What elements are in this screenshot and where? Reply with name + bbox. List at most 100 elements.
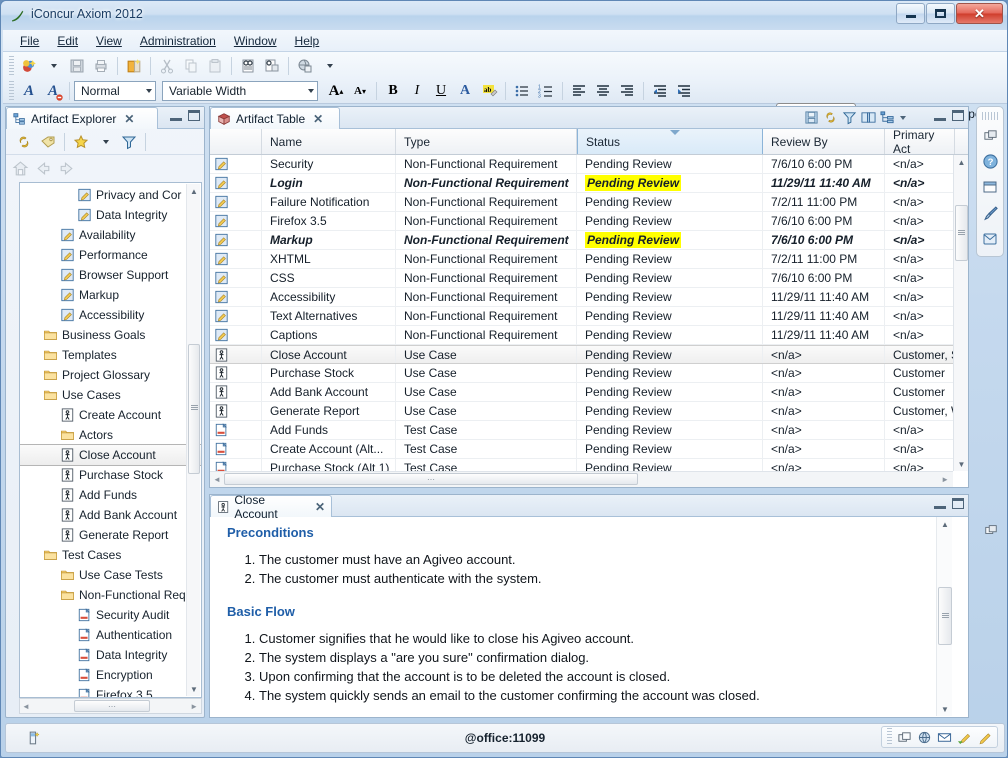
menu-edit[interactable]: Edit [48,32,87,50]
paste-icon[interactable] [203,55,227,78]
table-hscroll-thumb[interactable]: ⋯ [224,473,638,485]
new-artifact-icon[interactable] [17,55,41,78]
tab-close-account[interactable]: Close Account ✕ [210,493,332,521]
tree-item-add-bank-account[interactable]: Add Bank Account [20,505,201,525]
table-row[interactable]: CSS Non-Functional Requirement Pending Rev… [210,269,968,288]
toolbar-grip-2[interactable] [9,81,14,101]
font-style-icon[interactable]: A [17,80,41,103]
favorites-dropdown-icon[interactable] [93,130,117,153]
tab-artifact-explorer[interactable]: Artifact Explorer ✕ [6,107,158,129]
scroll-up-icon[interactable]: ▲ [954,155,969,169]
table-row[interactable]: XHTML Non-Functional Requirement Pending R… [210,250,968,269]
tree-item-encryption[interactable]: Encryption [20,665,201,685]
table-row[interactable]: Captions Non-Functional Requirement Pendin… [210,326,968,345]
column-header-status[interactable]: Status [577,129,763,154]
table-row[interactable]: Failure Notification Non-Functional Requi… [210,193,968,212]
tree-item-data-integrity[interactable]: Data Integrity [20,645,201,665]
scroll-down-icon[interactable]: ▼ [187,682,201,696]
tree-item-browser-support[interactable]: Browser Support [20,265,201,285]
tree-item-authentication[interactable]: Authentication [20,625,201,645]
mail-icon[interactable] [937,730,952,745]
table-row[interactable]: Generate Report Use Case Pending Review <n/… [210,402,968,421]
underline-icon[interactable]: U [429,80,453,103]
maximize-button[interactable] [926,3,955,24]
table-row[interactable]: Close Account Use Case Pending Review <n/a>… [210,345,968,364]
scroll-down-icon[interactable]: ▼ [937,702,953,716]
filter-icon[interactable] [117,130,141,153]
minimize-panel-icon[interactable] [170,118,182,121]
column-header-name[interactable]: Name [262,129,396,154]
toolbar-grip[interactable] [9,56,14,76]
table-row[interactable]: Firefox 3.5 Non-Functional Requirement Pen… [210,212,968,231]
view-menu-icon[interactable] [900,115,906,120]
close-icon[interactable]: ✕ [313,112,323,126]
increase-font-icon[interactable]: A ▴ [324,80,348,103]
tree-scroll-thumb[interactable] [188,344,200,474]
new-artifact-dropdown-icon[interactable] [41,55,65,78]
italic-icon[interactable]: I [405,80,429,103]
tree-item-test-cases[interactable]: Test Cases [20,545,201,565]
back-icon[interactable] [35,160,52,177]
align-center-icon[interactable] [591,80,615,103]
book-icon[interactable] [861,110,876,125]
tree-item-actors[interactable]: Actors [20,425,201,445]
find-replace-icon[interactable] [260,55,284,78]
align-left-icon[interactable] [567,80,591,103]
forward-icon[interactable] [58,160,75,177]
tag-icon[interactable] [36,130,60,153]
tree-item-templates[interactable]: Templates [20,345,201,365]
tree-item-markup[interactable]: Markup [20,285,201,305]
filter-icon[interactable] [842,110,857,125]
tree-item-non-functional-req[interactable]: Non-Functional Req [20,585,201,605]
menu-view[interactable]: View [87,32,131,50]
table-body[interactable]: Security Non-Functional Requirement Pendin… [210,155,968,471]
font-color-icon[interactable]: A [453,80,477,103]
tree-item-performance[interactable]: Performance [20,245,201,265]
table-row[interactable]: Purchase Stock (Alt 1) Test Case Pending R… [210,459,968,471]
help-icon[interactable]: ? [977,148,1003,174]
numbered-list-icon[interactable]: 123 [534,80,558,103]
tree-item-accessibility[interactable]: Accessibility [20,305,201,325]
menu-help[interactable]: Help [286,32,329,50]
mail-icon[interactable] [977,226,1003,252]
table-row[interactable]: Add Funds Test Case Pending Review <n/a> <n/… [210,421,968,440]
table-row[interactable]: Add Bank Account Use Case Pending Review <n… [210,383,968,402]
copy-icon[interactable] [179,55,203,78]
menu-window[interactable]: Window [225,32,286,50]
table-row[interactable]: Markup Non-Functional Requirement Pending … [210,231,968,250]
restore-perspective-icon[interactable] [977,122,1003,148]
scroll-right-icon[interactable]: ► [941,475,949,484]
artifact-tree[interactable]: Privacy and Cor Data Integrity Availabilit… [19,182,202,698]
tree-item-project-glossary[interactable]: Project Glossary [20,365,201,385]
scroll-up-icon[interactable]: ▲ [187,184,201,198]
tree-item-availability[interactable]: Availability [20,225,201,245]
close-icon[interactable]: ✕ [315,500,325,514]
details-vertical-scrollbar[interactable]: ▲ ▼ [936,517,952,716]
chevron-down-icon[interactable] [308,89,314,93]
column-header-icon[interactable] [210,129,262,154]
highlight-icon[interactable]: ab [477,80,501,103]
find-icon[interactable] [236,55,260,78]
scroll-up-icon[interactable]: ▲ [937,517,953,531]
minimize-button[interactable] [896,3,925,24]
column-header-review_by[interactable]: Review By [763,129,885,154]
close-button[interactable]: ✕ [956,3,1003,24]
table-row[interactable]: Purchase Stock Use Case Pending Review <n/a… [210,364,968,383]
tree-item-add-funds[interactable]: Add Funds [20,485,201,505]
tree-item-purchase-stock[interactable]: Purchase Stock [20,465,201,485]
pencil-icon[interactable] [977,730,992,745]
tree-item-create-account[interactable]: Create Account [20,405,201,425]
paragraph-style-combo[interactable]: Normal [74,81,156,101]
chevron-down-icon[interactable] [146,89,152,93]
web-dropdown-icon[interactable] [317,55,341,78]
maximize-panel-icon[interactable] [952,498,964,509]
table-row[interactable]: Text Alternatives Non-Functional Requirem… [210,307,968,326]
home-icon[interactable] [12,160,29,177]
outline-icon[interactable] [880,110,895,125]
window-icon[interactable] [977,174,1003,200]
scroll-left-icon[interactable]: ◄ [22,702,30,711]
maximize-panel-icon[interactable] [188,110,200,121]
close-icon[interactable]: ✕ [124,112,134,126]
refresh-icon[interactable] [823,110,838,125]
status-grip[interactable] [887,728,892,746]
